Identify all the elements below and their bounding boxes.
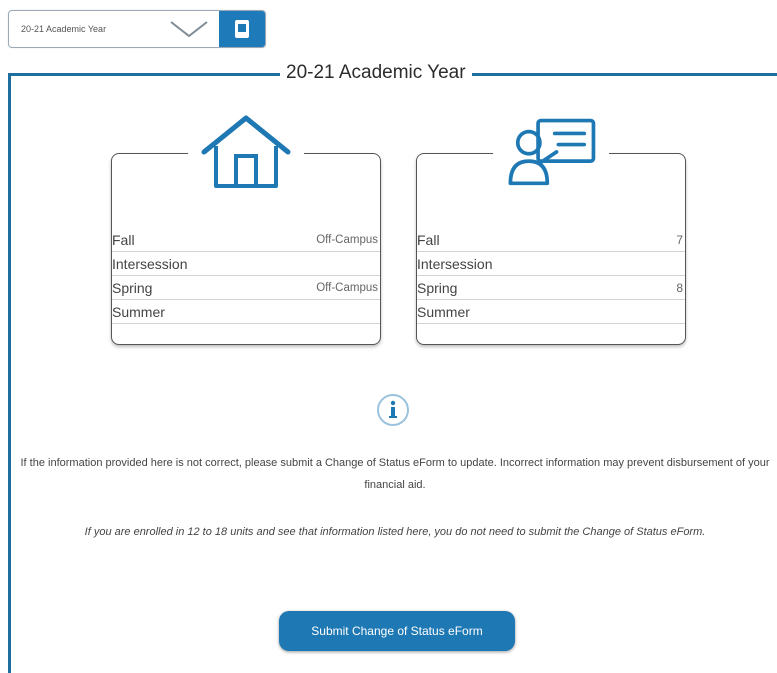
calendar-button[interactable]: [219, 11, 265, 47]
info-notice: If the information provided here is not …: [20, 457, 770, 491]
table-row: Fall Off-Campus: [112, 228, 380, 252]
table-row: Intersession: [417, 252, 685, 276]
term-value: 8: [676, 280, 683, 295]
table-row: Spring Off-Campus: [112, 276, 380, 300]
term-label: Intersession: [112, 255, 188, 272]
year-select-value: 20-21 Academic Year: [21, 24, 107, 34]
year-select[interactable]: 20-21 Academic Year: [8, 10, 266, 48]
term-value: 7: [676, 232, 683, 247]
term-label: Intersession: [417, 255, 493, 272]
term-label: Fall: [417, 231, 440, 248]
table-row: Spring 8: [417, 276, 685, 300]
term-label: Spring: [112, 279, 153, 296]
units-notice: If you are enrolled in 12 to 18 units an…: [84, 526, 706, 538]
calendar-icon: [235, 20, 249, 38]
submit-change-of-status-button[interactable]: Submit Change of Status eForm: [279, 611, 515, 651]
table-row: Summer: [112, 300, 380, 324]
term-label: Fall: [112, 231, 135, 248]
term-label: Summer: [417, 303, 470, 320]
term-value: Off-Campus: [316, 233, 378, 246]
house-icon: [188, 111, 304, 191]
info-icon: [375, 392, 411, 428]
term-label: Summer: [112, 303, 165, 320]
term-label: Spring: [417, 279, 458, 296]
housing-card: Fall Off-Campus Intersession Spring Off-…: [111, 111, 381, 345]
units-rows: Fall 7 Intersession Spring 8 Summer: [417, 228, 685, 324]
table-row: Summer: [417, 300, 685, 324]
term-value: Off-Campus: [316, 281, 378, 294]
table-row: Intersession: [112, 252, 380, 276]
chevron-down-icon[interactable]: [159, 11, 219, 47]
table-row: Fall 7: [417, 228, 685, 252]
housing-rows: Fall Off-Campus Intersession Spring Off-…: [112, 228, 380, 324]
section-title: 20-21 Academic Year: [280, 61, 472, 85]
presenter-icon: [493, 111, 609, 191]
units-card: Fall 7 Intersession Spring 8 Summer: [416, 111, 686, 345]
